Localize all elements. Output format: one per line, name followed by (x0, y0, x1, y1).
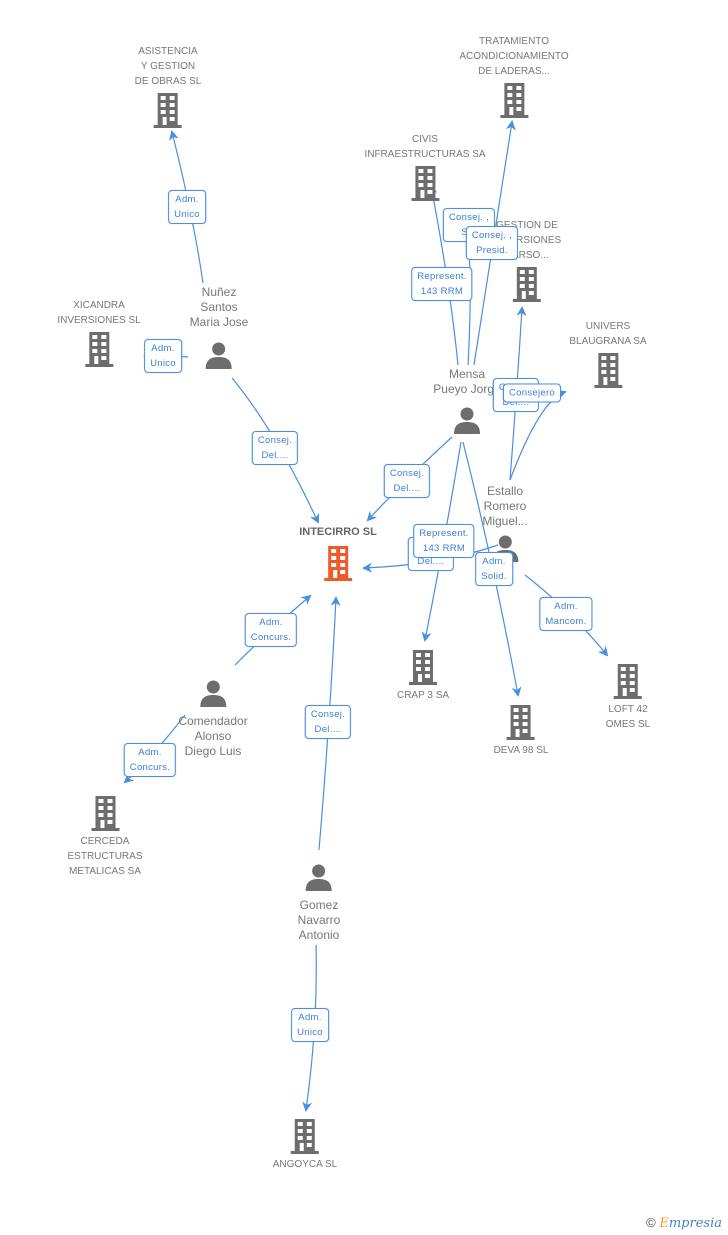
person-icon (306, 864, 332, 891)
building-icon (411, 166, 439, 201)
company-label: ASISTENCIA Y GESTION DE OBRAS SL (134, 46, 202, 87)
company-node[interactable]: TRATAMIENTO ACONDICIONAMIENTO DE LADERAS… (459, 34, 569, 119)
company-node[interactable]: CIVIS INFRAESTRUCTURAS SA (364, 132, 486, 202)
person-label: Nuñez Santos Maria Jose (189, 285, 249, 329)
brand-initial: E (659, 1216, 669, 1231)
person-label: Comendador Alonso Diego Luis (178, 714, 248, 758)
company-node[interactable]: ASISTENCIA Y GESTION DE OBRAS SL (134, 44, 202, 129)
company-label: ANGOYCA SL (272, 1159, 338, 1170)
relation-label[interactable]: Consej. Del.... (383, 464, 431, 498)
company-label: CRAP 3 SA (396, 690, 450, 701)
center-company-node[interactable]: INTECIRRO SL (299, 525, 377, 582)
person-node[interactable]: Nuñez Santos Maria Jose (189, 285, 249, 370)
copyright-symbol: © (646, 1215, 656, 1230)
building-icon (291, 1119, 319, 1154)
relation-label[interactable]: Adm. Solid. (475, 552, 513, 586)
building-icon (614, 664, 642, 699)
building-icon (506, 705, 535, 740)
company-node[interactable]: CERCEDA ESTRUCTURAS METALICAS SA (67, 796, 143, 879)
footer-brand[interactable]: © Empresia (646, 1215, 722, 1231)
relation-label[interactable]: Adm. Mancom. (539, 597, 593, 631)
company-label: CERCEDA ESTRUCTURAS METALICAS SA (67, 836, 143, 877)
relation-label[interactable]: Adm. Unico (144, 339, 182, 373)
building-icon (84, 332, 113, 367)
company-label: LOFT 42 OMES SL (605, 704, 651, 730)
company-node[interactable]: DEVA 98 SL (493, 705, 549, 758)
person-label: Gomez Navarro Antonio (297, 898, 341, 942)
company-label: DEVA 98 SL (493, 745, 549, 756)
company-node[interactable]: CRAP 3 SA (397, 650, 449, 703)
relation-label[interactable]: Adm. Concurs. (244, 613, 298, 647)
company-label: TRATAMIENTO ACONDICIONAMIENTO DE LADERAS… (459, 36, 569, 77)
building-icon (324, 546, 352, 581)
person-label: Estallo Romero Miguel... (482, 484, 528, 528)
relation-label[interactable]: Consej. , Presid. (465, 226, 519, 260)
building-icon (153, 93, 182, 128)
relation-label[interactable]: Adm. Concurs. (123, 743, 177, 777)
person-icon (200, 680, 226, 707)
company-label: CIVIS INFRAESTRUCTURAS SA (364, 134, 486, 160)
relation-label[interactable]: Consej. Del.... (251, 431, 299, 465)
person-icon (206, 342, 232, 369)
building-icon (593, 353, 622, 388)
brand-name: mpresia (668, 1216, 722, 1231)
company-label: XICANDRA INVERSIONES SL (57, 300, 141, 326)
relation-label[interactable]: Consej. Del.... (304, 705, 352, 739)
person-node[interactable]: Gomez Navarro Antonio (297, 862, 341, 943)
person-node[interactable]: Comendador Alonso Diego Luis (178, 678, 248, 759)
company-node[interactable]: ANGOYCA SL (273, 1119, 337, 1172)
relation-label[interactable]: Represent. 143 RRM (411, 267, 473, 301)
relation-label[interactable]: Consejero (502, 383, 562, 403)
relation-label[interactable]: Adm. Unico (291, 1008, 329, 1042)
company-node[interactable]: XICANDRA INVERSIONES SL (57, 298, 141, 368)
company-node[interactable]: UNIVERS BLAUGRANA SA (569, 319, 647, 389)
relation-label[interactable]: Adm. Unico (168, 190, 206, 224)
building-icon (500, 83, 528, 118)
company-node[interactable]: LOFT 42 OMES SL (606, 664, 650, 732)
person-icon (454, 407, 480, 434)
center-company-label: INTECIRRO SL (299, 526, 377, 538)
building-icon (512, 267, 541, 302)
building-icon (409, 650, 437, 685)
building-icon (90, 796, 119, 831)
company-label: UNIVERS BLAUGRANA SA (569, 321, 647, 347)
relation-label[interactable]: Represent. 143 RRM (413, 524, 475, 558)
